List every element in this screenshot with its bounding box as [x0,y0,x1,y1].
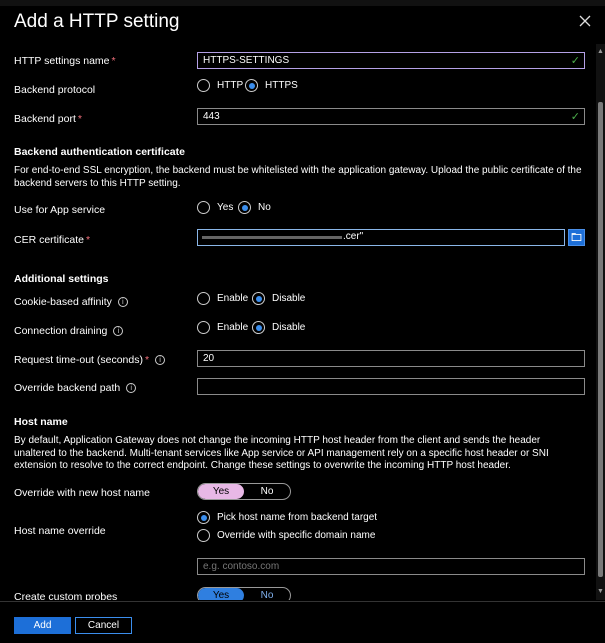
info-icon[interactable]: i [113,326,124,337]
additional-settings-heading: Additional settings [14,273,109,285]
add-button[interactable]: Add [14,617,71,634]
redacted-path [202,236,342,239]
scroll-thumb[interactable] [598,102,603,577]
info-icon[interactable]: i [126,383,137,394]
panel-title: Add a HTTP setting [14,11,180,32]
override-path-label: Override backend path i [14,382,137,394]
cancel-button[interactable]: Cancel [75,617,132,634]
backend-auth-description: For end-to-end SSL encryption, the backe… [14,165,582,189]
domain-name-input[interactable]: e.g. contoso.com [197,558,585,575]
checkmark-icon: ✓ [570,111,580,123]
protocol-radio-http[interactable]: HTTP [197,79,243,92]
request-timeout-value: 20 [203,353,215,364]
cer-certificate-label: CER certificate * [14,234,91,246]
override-new-host-toggle[interactable]: Yes No [197,483,291,500]
cer-certificate-value: .cer" [343,231,364,242]
draining-radio-disable[interactable]: Disable [252,321,305,334]
host-override-radio-specific[interactable]: Override with specific domain name [197,529,375,542]
folder-icon[interactable] [568,229,585,246]
override-new-host-no[interactable]: No [244,484,290,499]
backend-auth-heading: Backend authentication certificate [14,146,185,158]
backend-port-input[interactable]: 443 ✓ [197,108,585,125]
cer-certificate-input[interactable]: .cer" [197,229,565,246]
app-service-radio-yes[interactable]: Yes [197,201,233,214]
checkmark-icon: ✓ [570,55,580,67]
draining-radio-enable[interactable]: Enable [197,321,248,334]
custom-probes-yes[interactable]: Yes [198,588,244,600]
domain-name-placeholder: e.g. contoso.com [203,561,280,572]
footer-bar: Add Cancel [0,601,605,643]
cookie-radio-enable[interactable]: Enable [197,292,248,305]
app-service-radio-no[interactable]: No [238,201,271,214]
backend-protocol-label: Backend protocol [14,84,96,96]
form-body[interactable]: HTTP settings name * HTTPS-SETTINGS ✓ Bac… [0,44,596,600]
custom-probes-no[interactable]: No [244,588,290,600]
host-name-description: By default, Application Gateway does not… [14,435,549,471]
request-timeout-label: Request time-out (seconds) * i [14,354,166,366]
host-name-override-label: Host name override [14,525,106,537]
protocol-radio-https[interactable]: HTTPS [245,79,298,92]
settings-name-label: HTTP settings name * [14,55,116,67]
scroll-up-arrow-icon[interactable]: ▲ [597,48,604,55]
settings-name-value: HTTPS-SETTINGS [203,55,290,66]
info-icon[interactable]: i [117,297,128,308]
cookie-affinity-label: Cookie-based affinity i [14,296,128,308]
scroll-down-arrow-icon[interactable]: ▼ [597,588,604,595]
backend-port-value: 443 [203,111,220,122]
connection-draining-label: Connection draining i [14,325,124,337]
custom-probes-label: Create custom probes [14,591,118,600]
host-name-heading: Host name [14,416,68,428]
backend-port-label: Backend port * [14,113,82,125]
override-new-host-label: Override with new host name [14,487,150,499]
request-timeout-input[interactable]: 20 [197,350,585,367]
info-icon[interactable]: i [155,355,166,366]
cookie-radio-disable[interactable]: Disable [252,292,305,305]
override-path-input[interactable] [197,378,585,395]
settings-name-input[interactable]: HTTPS-SETTINGS ✓ [197,52,585,69]
override-new-host-yes[interactable]: Yes [198,484,244,499]
app-service-label: Use for App service [14,204,106,216]
top-strip [0,0,605,6]
vertical-scrollbar[interactable]: ▲ ▼ [596,44,605,600]
host-override-radio-pick[interactable]: Pick host name from backend target [197,511,377,524]
custom-probes-toggle[interactable]: Yes No [197,587,291,600]
close-icon[interactable] [578,14,592,28]
